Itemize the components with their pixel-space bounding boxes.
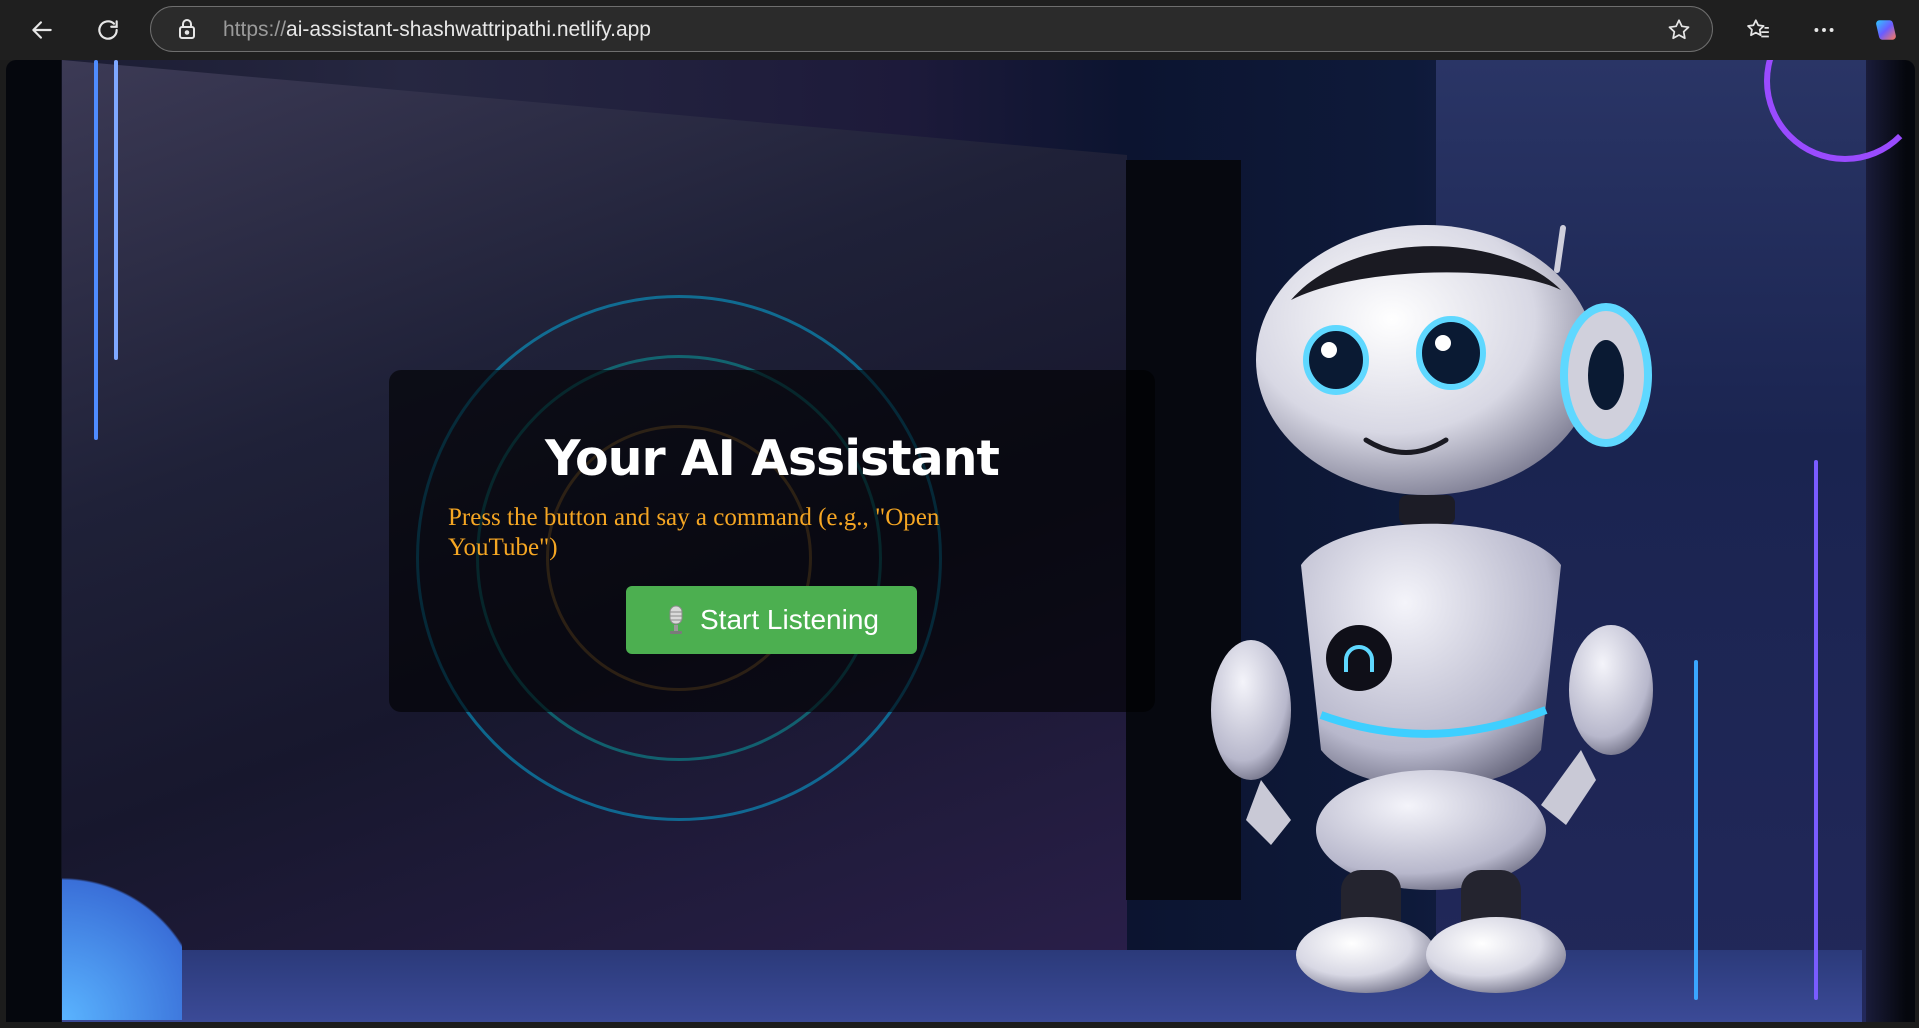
url-protocol: https:// (223, 18, 287, 41)
page-subtitle: Press the button and say a command (e.g.… (448, 504, 940, 561)
page-viewport: Your AI Assistant Press the button and s… (6, 60, 1915, 1022)
neon-strip (1814, 460, 1818, 1000)
robot-illustration (1211, 225, 1653, 993)
favorites-icon (1747, 19, 1769, 38)
refresh-icon (98, 20, 118, 40)
address-bar[interactable]: https://ai-assistant-shashwattripathi.ne… (150, 6, 1713, 52)
star-icon[interactable] (1666, 17, 1692, 43)
microphone-icon (669, 605, 683, 634)
url-host: ai-assistant-shashwattripathi.netlify.ap… (286, 18, 651, 41)
neon-strip (1694, 660, 1698, 1000)
copilot-icon (1876, 20, 1896, 40)
more-icon (1814, 28, 1834, 32)
browser-toolbar: https://ai-assistant-shashwattripathi.ne… (0, 0, 1919, 60)
back-icon (32, 21, 52, 39)
start-listening-label: Start Listening (700, 604, 879, 635)
back-button[interactable] (22, 10, 62, 50)
copilot-button[interactable] (1866, 10, 1906, 50)
page-title: Your AI Assistant (545, 430, 1000, 487)
lock-icon[interactable] (175, 17, 199, 41)
neon-strip (94, 60, 98, 440)
favorites-button[interactable] (1738, 10, 1778, 50)
neon-strip (114, 60, 118, 360)
start-listening-button[interactable]: Start Listening (626, 586, 917, 654)
assistant-card: Your AI Assistant Press the button and s… (389, 370, 1155, 712)
more-button[interactable] (1804, 10, 1844, 50)
url-text[interactable]: https://ai-assistant-shashwattripathi.ne… (223, 18, 651, 42)
refresh-button[interactable] (88, 10, 128, 50)
decorative-blob (62, 820, 182, 1020)
